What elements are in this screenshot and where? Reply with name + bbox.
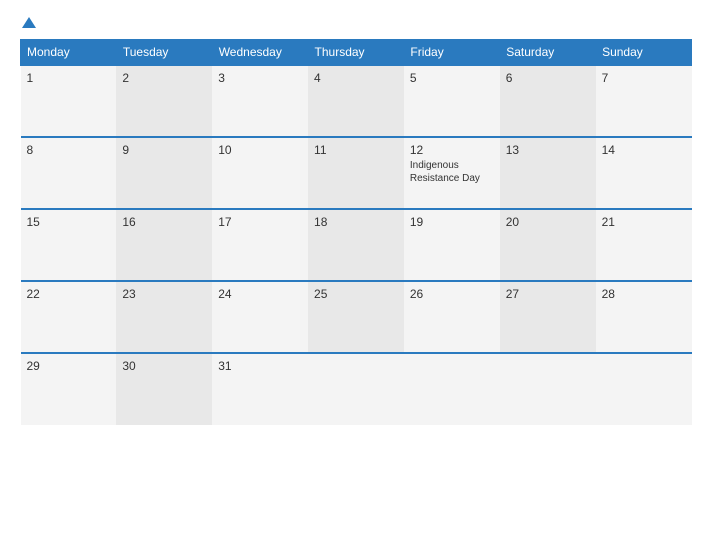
calendar-cell: 18 (308, 209, 404, 281)
calendar-cell: 17 (212, 209, 308, 281)
calendar-cell: 16 (116, 209, 212, 281)
calendar-cell: 11 (308, 137, 404, 209)
day-number: 10 (218, 143, 302, 157)
calendar-cell: 28 (596, 281, 692, 353)
calendar-cell (308, 353, 404, 425)
calendar-cell: 9 (116, 137, 212, 209)
day-number: 28 (602, 287, 686, 301)
calendar-week-row: 15 16 17 18 19 20 21 (21, 209, 692, 281)
day-number: 23 (122, 287, 206, 301)
calendar-table: MondayTuesdayWednesdayThursdayFridaySatu… (20, 39, 692, 425)
day-number: 1 (27, 71, 111, 85)
day-number: 7 (602, 71, 686, 85)
calendar-cell: 7 (596, 65, 692, 137)
day-number: 5 (410, 71, 494, 85)
calendar-cell: 14 (596, 137, 692, 209)
day-number: 2 (122, 71, 206, 85)
calendar-cell: 20 (500, 209, 596, 281)
calendar-cell: 12 Indigenous Resistance Day (404, 137, 500, 209)
calendar-header-row: MondayTuesdayWednesdayThursdayFridaySatu… (21, 40, 692, 66)
day-number: 30 (122, 359, 206, 373)
day-number: 18 (314, 215, 398, 229)
day-number: 12 (410, 143, 494, 157)
calendar-cell: 2 (116, 65, 212, 137)
day-number: 19 (410, 215, 494, 229)
weekday-header: Friday (404, 40, 500, 66)
day-number: 31 (218, 359, 302, 373)
calendar-cell: 1 (21, 65, 117, 137)
day-number: 8 (27, 143, 111, 157)
day-number: 15 (27, 215, 111, 229)
weekday-header: Wednesday (212, 40, 308, 66)
day-number: 25 (314, 287, 398, 301)
calendar-cell: 25 (308, 281, 404, 353)
calendar-week-row: 22 23 24 25 26 27 28 (21, 281, 692, 353)
calendar-cell (500, 353, 596, 425)
day-number: 16 (122, 215, 206, 229)
calendar-cell (596, 353, 692, 425)
calendar-week-row: 1234567 (21, 65, 692, 137)
weekday-header: Sunday (596, 40, 692, 66)
calendar-cell: 13 (500, 137, 596, 209)
calendar-cell: 8 (21, 137, 117, 209)
calendar-cell: 30 (116, 353, 212, 425)
logo (20, 18, 36, 29)
day-number: 4 (314, 71, 398, 85)
day-number: 26 (410, 287, 494, 301)
logo-triangle-icon (22, 17, 36, 28)
calendar-week-row: 29 30 31 (21, 353, 692, 425)
weekday-header: Monday (21, 40, 117, 66)
day-number: 22 (27, 287, 111, 301)
calendar-cell: 5 (404, 65, 500, 137)
weekday-header: Saturday (500, 40, 596, 66)
calendar-cell: 15 (21, 209, 117, 281)
day-number: 27 (506, 287, 590, 301)
day-number: 21 (602, 215, 686, 229)
calendar-cell: 19 (404, 209, 500, 281)
day-number: 20 (506, 215, 590, 229)
day-number: 9 (122, 143, 206, 157)
day-number: 29 (27, 359, 111, 373)
calendar-cell: 24 (212, 281, 308, 353)
calendar-wrapper: MondayTuesdayWednesdayThursdayFridaySatu… (0, 0, 712, 550)
calendar-cell: 23 (116, 281, 212, 353)
calendar-cell: 3 (212, 65, 308, 137)
calendar-header (20, 18, 692, 29)
calendar-week-row: 89 10 11 12 Indigenous Resistance Day 13 14 (21, 137, 692, 209)
day-number: 13 (506, 143, 590, 157)
calendar-cell: 10 (212, 137, 308, 209)
calendar-cell: 21 (596, 209, 692, 281)
day-number: 6 (506, 71, 590, 85)
calendar-cell: 27 (500, 281, 596, 353)
holiday-label: Indigenous Resistance Day (410, 159, 494, 185)
weekday-header: Tuesday (116, 40, 212, 66)
calendar-cell: 29 (21, 353, 117, 425)
day-number: 17 (218, 215, 302, 229)
calendar-cell: 22 (21, 281, 117, 353)
calendar-cell: 6 (500, 65, 596, 137)
day-number: 14 (602, 143, 686, 157)
day-number: 24 (218, 287, 302, 301)
calendar-cell: 26 (404, 281, 500, 353)
calendar-cell: 4 (308, 65, 404, 137)
calendar-cell: 31 (212, 353, 308, 425)
day-number: 3 (218, 71, 302, 85)
day-number: 11 (314, 143, 398, 157)
calendar-cell (404, 353, 500, 425)
weekday-header: Thursday (308, 40, 404, 66)
